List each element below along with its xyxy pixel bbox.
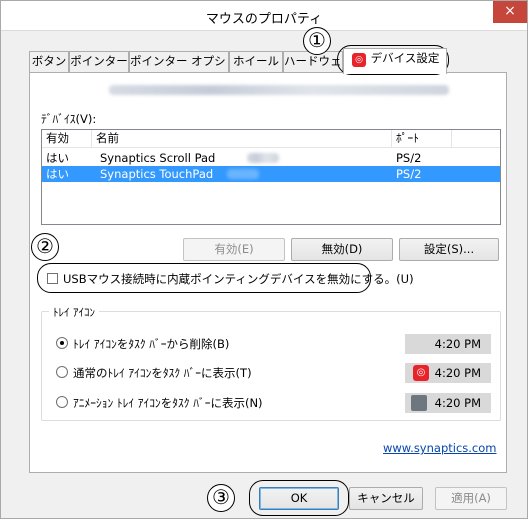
tab-pointers[interactable]: ポインター [69, 51, 129, 72]
radio-normal-tray-icon[interactable] [56, 366, 68, 378]
tray-icon-group-legend: ﾄﾚｲ ｱｲｺﾝ [49, 304, 99, 320]
animated-touchpad-tray-icon [411, 395, 427, 411]
row-device-name: Synaptics Scroll Pad [100, 151, 216, 165]
disable-button[interactable]: 無効(D) [291, 238, 393, 261]
callout-number-1: ① [303, 27, 331, 55]
tab-pointer-options[interactable]: ポインター オプション [129, 51, 229, 72]
title-bar: マウスのプロパティ × [1, 1, 527, 31]
radio-remove-tray-icon[interactable] [56, 337, 68, 349]
synaptics-tray-icon: ◎ [413, 365, 429, 381]
row-enabled: はい [46, 167, 69, 181]
radio-remove-tray-icon-label[interactable]: ﾄﾚｲ ｱｲｺﾝをﾀｽｸ ﾊﾞｰから削除(B) [73, 336, 229, 352]
row-port: PS/2 [396, 167, 422, 181]
synaptics-website-link[interactable]: www.synaptics.com [383, 441, 496, 455]
window-title: マウスのプロパティ [205, 12, 323, 27]
tab-device-settings-label: デバイス設定 [370, 51, 440, 65]
tab-wheel[interactable]: ホイール [229, 51, 283, 72]
devices-label: ﾃﾞﾊﾞｲｽ(V): [41, 112, 97, 126]
callout-ring-usb-checkbox [37, 263, 371, 293]
device-row-scroll-pad[interactable]: はい Synaptics Scroll Pad PS/2 [42, 150, 500, 166]
blurred-version [227, 169, 259, 179]
device-row-touchpad[interactable]: はい Synaptics TouchPad PS/2 [42, 166, 500, 182]
tab-strip: ボタン ポインター ポインター オプション ホイール ハードウェア ◎ デバイス… [29, 48, 507, 74]
device-list-header: 有効 名前 ﾎﾟｰﾄ [42, 130, 500, 148]
close-button[interactable]: × [493, 1, 527, 23]
column-port[interactable]: ﾎﾟｰﾄ [392, 130, 452, 148]
cancel-button[interactable]: キャンセル [349, 487, 423, 510]
column-enabled[interactable]: 有効 [42, 130, 92, 148]
callout-ring-ok-button [249, 480, 349, 516]
apply-button[interactable]: 適用(A) [435, 487, 507, 510]
settings-button[interactable]: 設定(S)... [399, 238, 499, 261]
tab-buttons[interactable]: ボタン [29, 51, 69, 72]
callout-number-2: ② [31, 233, 59, 261]
blurred-version [247, 153, 279, 163]
row-port: PS/2 [396, 151, 422, 165]
radio-animated-tray-icon[interactable] [56, 396, 68, 408]
preview-time-none: 4:20 PM [405, 334, 491, 354]
mouse-properties-dialog: マウスのプロパティ × ボタン ポインター ポインター オプション ホイール ハ… [0, 0, 528, 519]
enable-button[interactable]: 有効(E) [183, 238, 285, 261]
callout-number-3: ③ [207, 484, 235, 512]
radio-normal-tray-icon-label[interactable]: 通常のﾄﾚｲ ｱｲｺﾝをﾀｽｸ ﾊﾞｰに表示(T) [73, 365, 252, 381]
synaptics-icon: ◎ [352, 53, 366, 67]
column-name[interactable]: 名前 [92, 130, 392, 148]
device-list[interactable]: 有効 名前 ﾎﾟｰﾄ はい Synaptics Scroll Pad PS/2 … [41, 129, 501, 225]
tab-device-settings[interactable]: ◎ デバイス設定 [343, 48, 447, 74]
blurred-banner [109, 85, 449, 95]
radio-animated-tray-icon-label[interactable]: ｱﾆﾒｰｼｮﾝ ﾄﾚｲ ｱｲｺﾝをﾀｽｸ ﾊﾞｰに表示(N) [73, 395, 263, 411]
row-device-name: Synaptics TouchPad [100, 167, 214, 181]
row-enabled: はい [46, 151, 69, 165]
